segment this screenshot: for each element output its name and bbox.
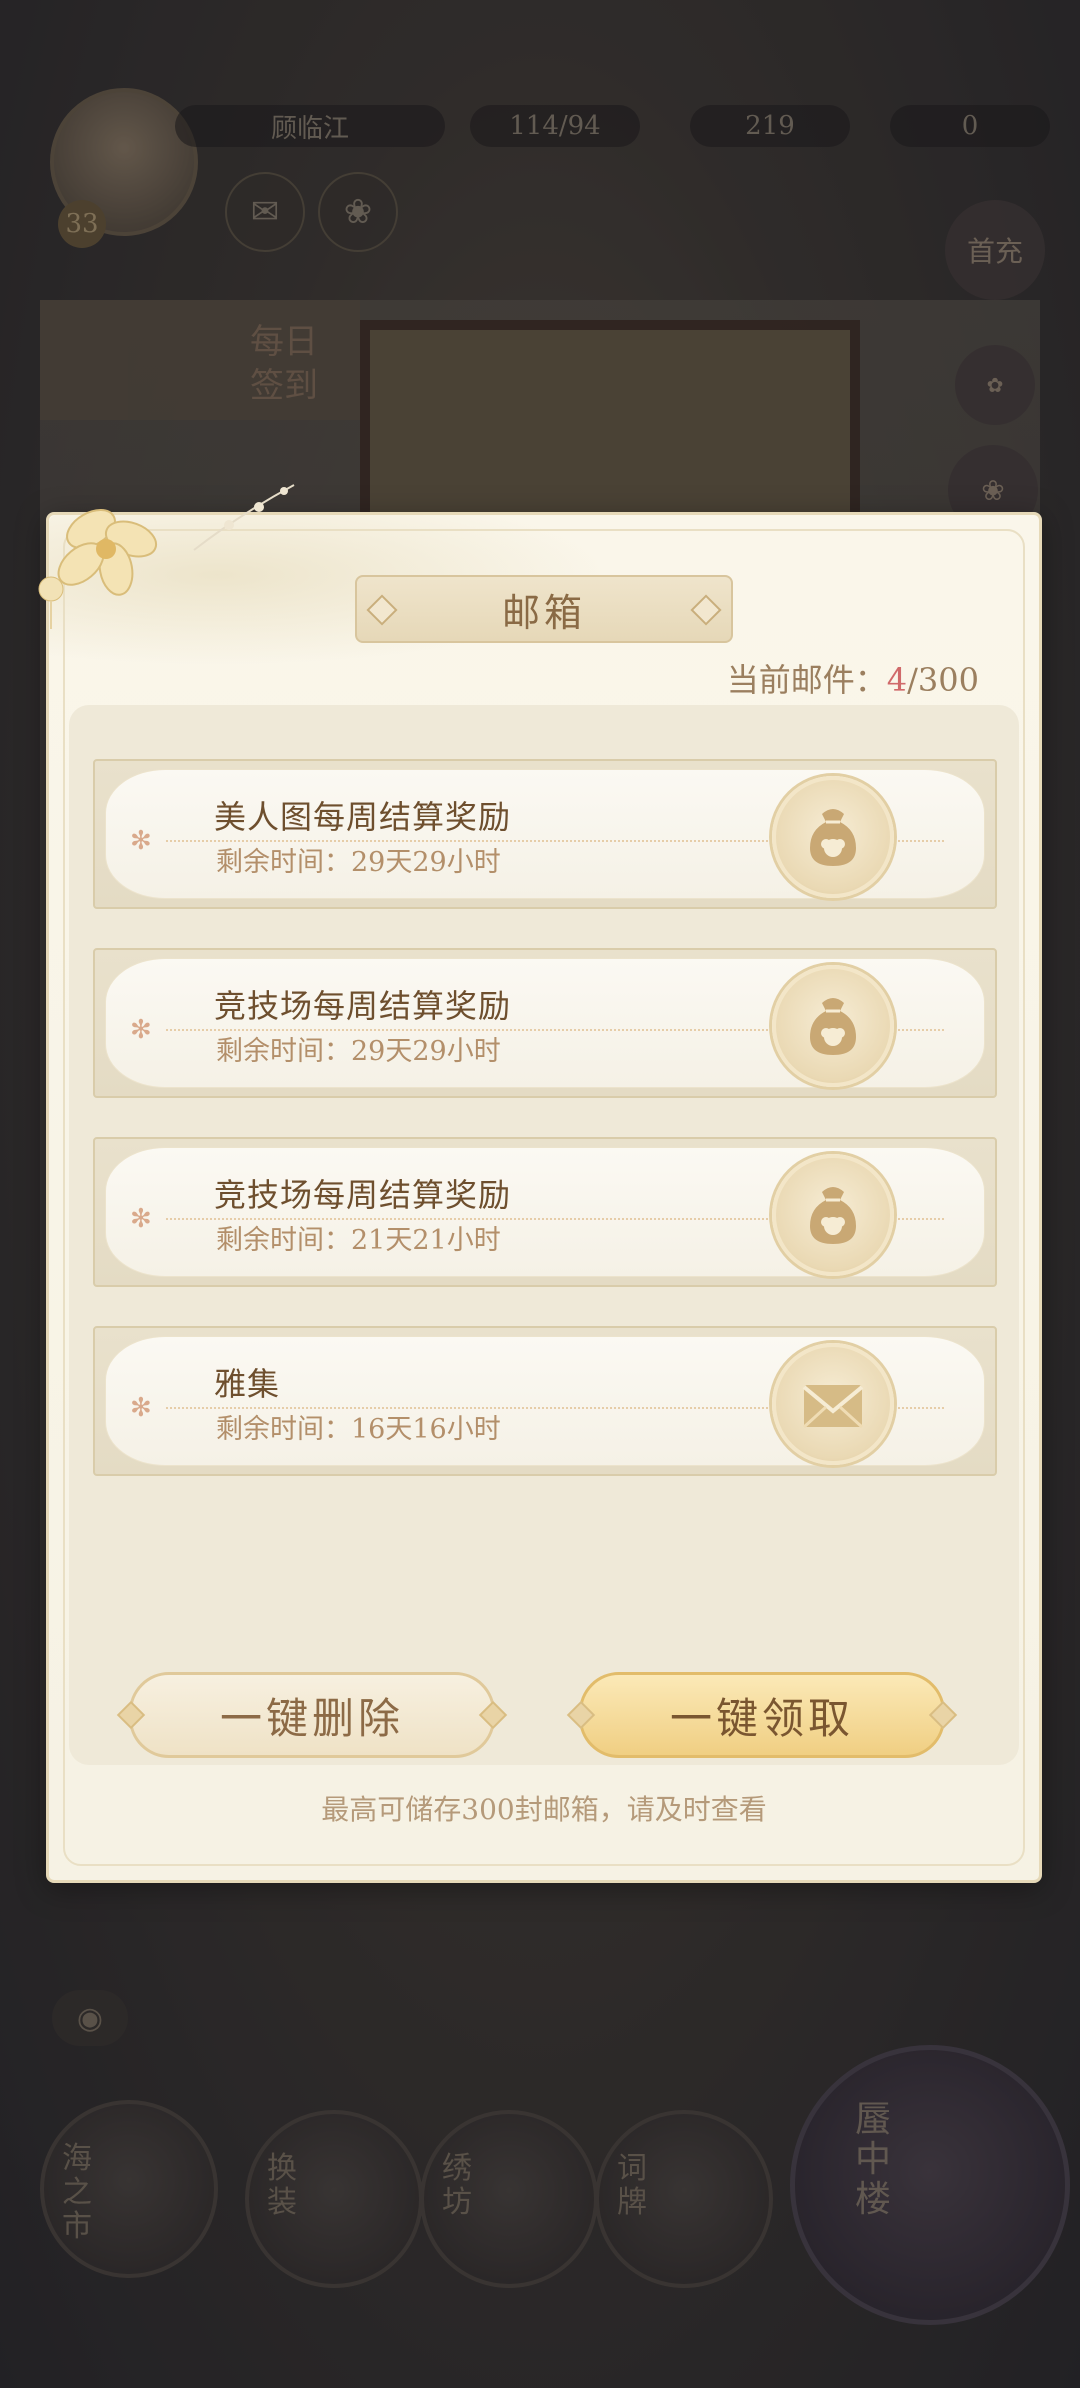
mailbox-title: 邮箱 xyxy=(501,590,586,635)
petal-icon: ✻ xyxy=(130,1015,152,1045)
diamond-ornament-icon xyxy=(366,594,398,626)
mailbox-footer-note: 最高可储存300封邮箱，请及时查看 xyxy=(321,1793,767,1826)
mail-card: ✻ 竞技场每周结算奖励 剩余时间：21天21小时 xyxy=(105,1147,985,1277)
mail-item[interactable]: ✻ 竞技场每周结算奖励 剩余时间：21天21小时 xyxy=(93,1137,997,1287)
mail-remaining-time: 剩余时间：21天21小时 xyxy=(216,1225,501,1256)
mail-title: 美人图每周结算奖励 xyxy=(214,798,512,836)
mail-title: 竞技场每周结算奖励 xyxy=(214,987,512,1025)
claim-all-label: 一键领取 xyxy=(669,1693,854,1743)
mail-card: ✻ 雅集 剩余时间：16天16小时 xyxy=(105,1336,985,1466)
mail-count-prefix: 当前邮件： xyxy=(726,661,887,699)
petal-icon: ✻ xyxy=(130,1204,152,1234)
delete-all-label: 一键删除 xyxy=(219,1693,404,1743)
petal-icon: ✻ xyxy=(130,1393,152,1423)
reward-bag-icon xyxy=(772,1154,894,1276)
reward-bag-icon xyxy=(772,965,894,1087)
mail-card: ✻ 美人图每周结算奖励 剩余时间：29天29小时 xyxy=(105,769,985,899)
flower-decoration-icon xyxy=(38,509,158,629)
mailbox-title-plate: 邮箱 xyxy=(355,575,733,643)
mail-count-current: 4 xyxy=(886,661,908,699)
reward-bag-icon xyxy=(772,776,894,898)
mail-item[interactable]: ✻ 美人图每周结算奖励 剩余时间：29天29小时 xyxy=(93,759,997,909)
delete-all-button[interactable]: 一键删除 xyxy=(116,1672,508,1758)
mail-count: 当前邮件：4/300 xyxy=(727,655,979,701)
mail-title: 雅集 xyxy=(214,1365,281,1403)
mailbox-dialog: 邮箱 当前邮件：4/300 ✻ 美人图每周结算奖励 剩余时间：29天29小时 ✻… xyxy=(38,484,1042,1883)
mail-item[interactable]: ✻ 雅集 剩余时间：16天16小时 xyxy=(93,1326,997,1476)
petal-icon: ✻ xyxy=(130,826,152,856)
mail-count-max: /300 xyxy=(907,661,979,699)
mail-remaining-time: 剩余时间：29天29小时 xyxy=(216,847,501,878)
mail-item[interactable]: ✻ 竞技场每周结算奖励 剩余时间：29天29小时 xyxy=(93,948,997,1098)
mail-title: 竞技场每周结算奖励 xyxy=(214,1176,512,1214)
mail-card: ✻ 竞技场每周结算奖励 剩余时间：29天29小时 xyxy=(105,958,985,1088)
mail-remaining-time: 剩余时间：29天29小时 xyxy=(216,1036,501,1067)
mail-remaining-time: 剩余时间：16天16小时 xyxy=(216,1414,501,1445)
claim-all-button[interactable]: 一键领取 xyxy=(566,1672,958,1758)
mail-list[interactable]: ✻ 美人图每周结算奖励 剩余时间：29天29小时 ✻ 竞技场每周结算奖励 剩余时… xyxy=(69,705,1019,1765)
sprig-decoration-icon xyxy=(193,484,295,551)
diamond-ornament-icon xyxy=(690,594,722,626)
envelope-icon xyxy=(772,1343,894,1465)
